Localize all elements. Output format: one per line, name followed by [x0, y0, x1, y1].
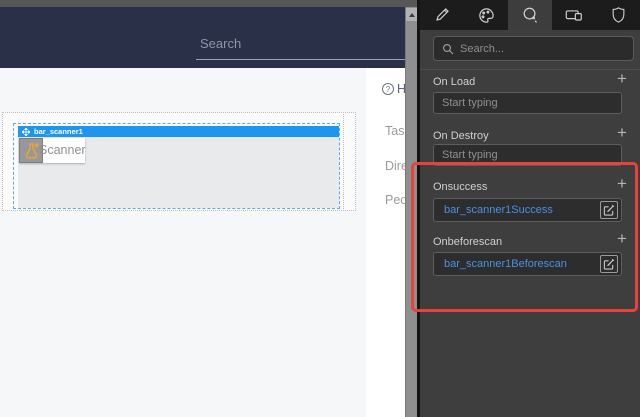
canvas-vertical-scrollbar[interactable] — [405, 7, 417, 417]
onload-input[interactable] — [433, 92, 622, 114]
canvas-label-directory: Dire — [385, 159, 406, 173]
edit-icon — [603, 204, 615, 216]
barcode-scanner-icon — [23, 142, 40, 160]
panel-search-input[interactable] — [460, 43, 610, 55]
events-icon — [521, 6, 540, 25]
event-label-onbeforescan: Onbeforescan — [433, 236, 502, 248]
canvas-label-people: Peo — [385, 193, 406, 207]
panel-tabbar — [420, 0, 640, 30]
app-navbar: Search — [0, 7, 420, 68]
onbeforescan-field[interactable]: bar_scanner1Beforescan — [433, 252, 622, 276]
move-icon[interactable] — [22, 128, 30, 136]
palette-icon — [477, 6, 496, 25]
devices-icon — [564, 6, 584, 24]
event-label-ondestroy: On Destroy — [433, 130, 489, 142]
event-label-onsuccess: Onsuccess — [433, 181, 487, 193]
tab-security[interactable] — [596, 0, 640, 30]
design-canvas: bar_scanner1 Scanner Task Dire Peo ? H — [0, 68, 420, 417]
navbar-search-input[interactable]: Search — [196, 34, 420, 60]
tab-styles[interactable] — [464, 0, 508, 30]
add-onload-button[interactable]: + — [612, 71, 632, 87]
onbeforescan-value[interactable]: bar_scanner1Beforescan — [444, 258, 567, 270]
add-ondestroy-button[interactable]: + — [612, 125, 632, 141]
onsuccess-field[interactable]: bar_scanner1Success — [433, 198, 622, 222]
panel-divider — [420, 69, 640, 70]
onbeforescan-edit-button[interactable] — [600, 255, 618, 273]
tab-devices[interactable] — [552, 0, 596, 30]
scanner-widget-caption: Scanner — [39, 138, 86, 163]
question-circle-icon: ? — [382, 83, 394, 95]
properties-panel: On Load + On Destroy + Onsuccess + bar_s… — [417, 0, 640, 417]
onsuccess-value[interactable]: bar_scanner1Success — [444, 204, 553, 216]
add-onbeforescan-button[interactable]: + — [612, 231, 632, 247]
widget-selection-bar[interactable]: bar_scanner1 — [18, 126, 339, 137]
ondestroy-input[interactable] — [433, 144, 622, 166]
canvas-label-tasks: Task — [385, 124, 406, 138]
panel-search-box[interactable] — [433, 36, 634, 61]
window-top-strip — [0, 0, 420, 7]
chevron-up-icon — [409, 13, 415, 17]
event-label-onload: On Load — [433, 76, 475, 88]
search-icon — [442, 43, 454, 55]
shield-icon — [610, 6, 627, 24]
edit-icon — [603, 258, 615, 270]
widget-name-label: bar_scanner1 — [34, 127, 83, 136]
onsuccess-edit-button[interactable] — [600, 201, 618, 219]
container-column-divider — [343, 112, 344, 211]
tab-events[interactable] — [508, 0, 552, 30]
scanner-widget[interactable]: Scanner — [19, 138, 85, 163]
add-onsuccess-button[interactable]: + — [612, 176, 632, 192]
pencil-icon — [433, 6, 451, 24]
tab-markup[interactable] — [420, 0, 464, 30]
